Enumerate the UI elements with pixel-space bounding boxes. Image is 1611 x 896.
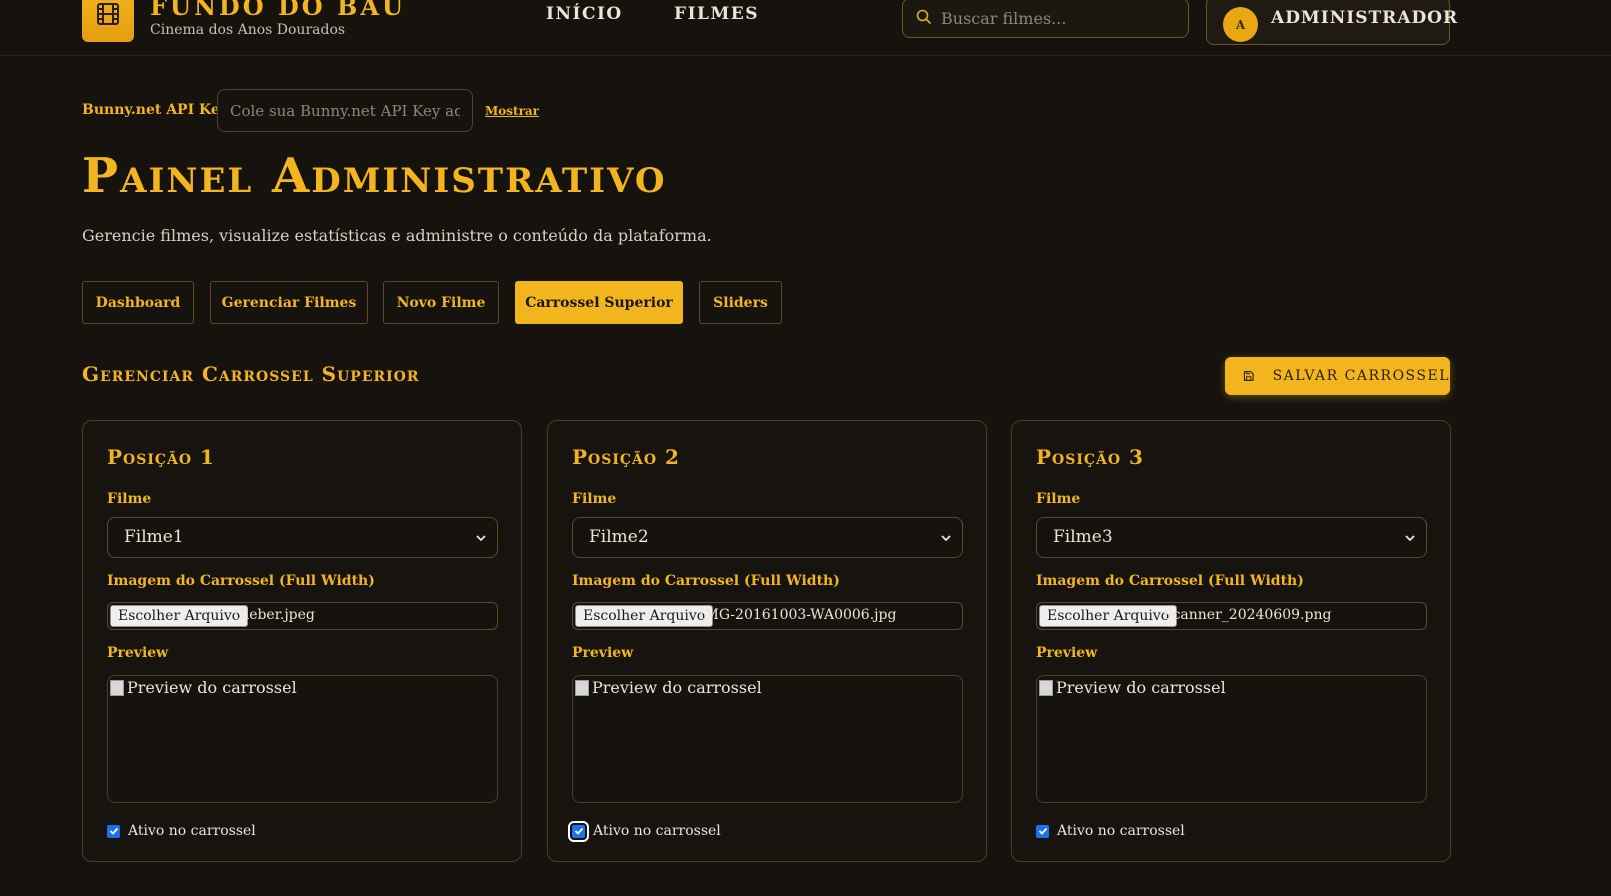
save-carousel-button[interactable]: SALVAR CARROSSEL [1225,357,1450,395]
active-toggle[interactable]: Ativo no carrossel [1036,823,1185,839]
brand-name: FUNDO DO BAÚ [150,0,406,21]
preview-alt-text: Preview do carrossel [1056,678,1226,697]
file-name: Scanner_20240609.png [1163,607,1332,623]
image-label: Imagem do Carrossel (Full Width) [107,573,375,589]
broken-image-icon [575,679,589,696]
film-label: Filme [1036,491,1081,507]
image-file-input[interactable]: Escolher Arquivo Scanner_20240609.png [1036,602,1427,630]
top-header: FUNDO DO BAÚ Cinema dos Anos Dourados IN… [0,0,1611,56]
search-icon [916,9,931,24]
admin-label: ADMINISTRADOR [1271,8,1459,28]
active-toggle[interactable]: Ativo no carrossel [107,823,256,839]
carousel-position-card: Posição 1 Filme Filme1 Imagem do Carross… [82,420,522,862]
api-key-input[interactable] [217,89,473,132]
preview-image: Preview do carrossel [110,678,297,697]
active-checkbox[interactable] [107,824,120,838]
page-subtitle: Gerencie filmes, visualize estatísticas … [82,226,712,245]
search-input[interactable] [941,4,1181,32]
film-label: Filme [107,491,152,507]
tab-carrossel-superior[interactable]: Carrossel Superior [515,281,683,324]
film-select[interactable]: Filme2 [572,517,963,558]
card-title: Posição 2 [572,445,680,469]
film-select-value: Filme1 [124,527,184,547]
api-key-label: Bunny.net API Key: [82,102,234,118]
save-carousel-label: SALVAR CARROSSEL [1272,368,1450,384]
film-select-value: Filme3 [1053,527,1113,547]
show-api-key-link[interactable]: Mostrar [485,104,539,118]
admin-menu-button[interactable]: A ADMINISTRADOR [1206,0,1457,45]
logo[interactable] [82,0,134,42]
search-box [902,0,1189,38]
preview-label: Preview [572,645,634,661]
carousel-preview: Preview do carrossel [107,675,498,803]
carousel-preview: Preview do carrossel [1036,675,1427,803]
preview-image: Preview do carrossel [1039,678,1226,697]
nav-link-inicio[interactable]: INÍCIO [546,4,623,24]
image-label: Imagem do Carrossel (Full Width) [1036,573,1304,589]
file-name: IMG-20161003-WA0006.jpg [699,607,897,623]
film-select[interactable]: Filme3 [1036,517,1427,558]
section-title: Gerenciar Carrossel Superior [82,362,420,386]
choose-file-button[interactable]: Escolher Arquivo [1039,605,1178,627]
active-label: Ativo no carrossel [593,823,721,839]
broken-image-icon [110,679,124,696]
carousel-position-card: Posição 3 Filme Filme3 Imagem do Carross… [1011,420,1451,862]
active-label: Ativo no carrossel [1057,823,1185,839]
chevron-down-icon [476,535,486,542]
film-select[interactable]: Filme1 [107,517,498,558]
film-select-value: Filme2 [589,527,649,547]
avatar: A [1223,7,1258,42]
chevron-down-icon [1405,535,1415,542]
carousel-position-card: Posição 2 Filme Filme2 Imagem do Carross… [547,420,987,862]
active-toggle[interactable]: Ativo no carrossel [568,820,721,842]
checkmark-icon [574,827,583,835]
save-icon [1243,371,1254,381]
nav-link-filmes[interactable]: FILMES [674,4,759,24]
active-checkbox[interactable] [568,820,589,842]
file-name: Cleber.jpeg [234,607,315,623]
film-label: Filme [572,491,617,507]
image-label: Imagem do Carrossel (Full Width) [572,573,840,589]
page-title: Painel Administrativo [82,148,667,204]
checkmark-icon [1038,827,1047,835]
preview-alt-text: Preview do carrossel [592,678,762,697]
preview-image: Preview do carrossel [575,678,762,697]
preview-label: Preview [107,645,169,661]
tab-gerenciar-filmes[interactable]: Gerenciar Filmes [210,281,368,324]
tab-dashboard[interactable]: Dashboard [82,281,194,324]
card-title: Posição 3 [1036,445,1144,469]
active-label: Ativo no carrossel [128,823,256,839]
active-checkbox[interactable] [1036,824,1049,838]
broken-image-icon [1039,679,1053,696]
preview-label: Preview [1036,645,1098,661]
image-file-input[interactable]: Escolher Arquivo IMG-20161003-WA0006.jpg [572,602,963,630]
brand-tagline: Cinema dos Anos Dourados [150,22,346,38]
tab-sliders[interactable]: Sliders [699,281,782,324]
carousel-preview: Preview do carrossel [572,675,963,803]
choose-file-button[interactable]: Escolher Arquivo [575,605,714,627]
film-icon [97,3,119,25]
chevron-down-icon [941,535,951,542]
tab-novo-filme[interactable]: Novo Filme [383,281,499,324]
preview-alt-text: Preview do carrossel [127,678,297,697]
checkmark-icon [109,827,118,835]
image-file-input[interactable]: Escolher Arquivo Cleber.jpeg [107,602,498,630]
card-title: Posição 1 [107,445,215,469]
choose-file-button[interactable]: Escolher Arquivo [110,605,249,627]
